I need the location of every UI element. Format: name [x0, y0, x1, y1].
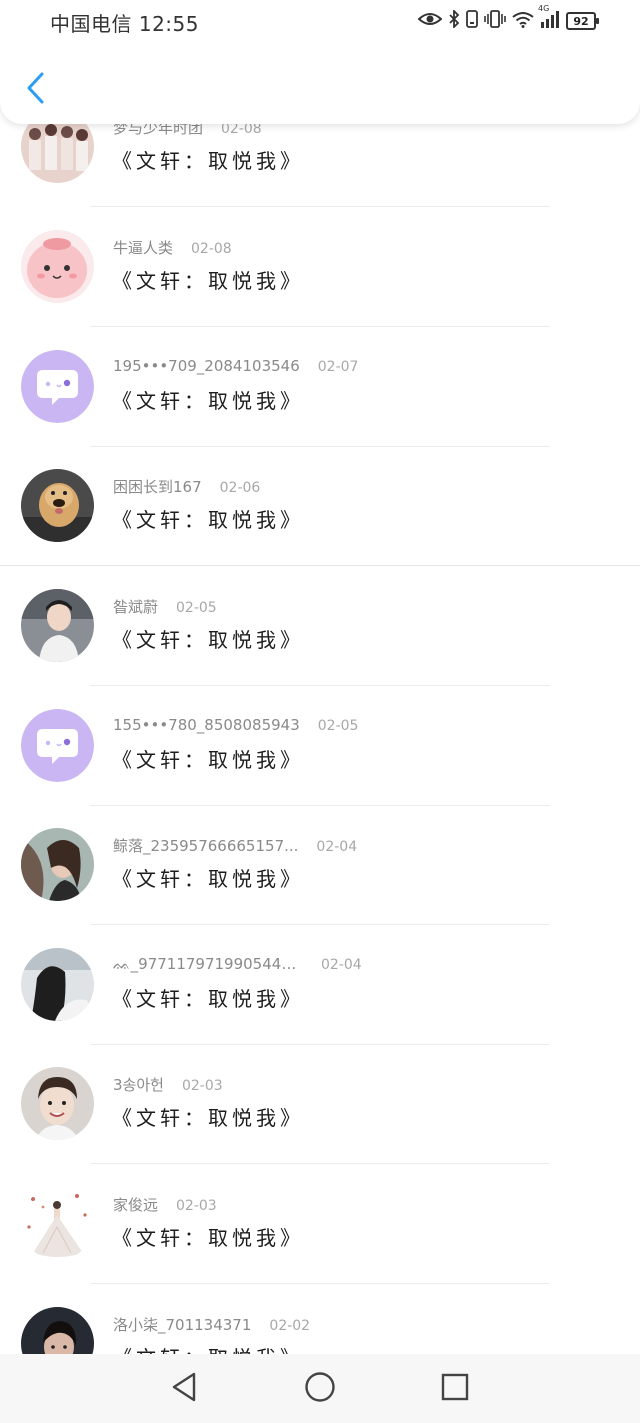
wifi-icon — [512, 10, 534, 32]
message-date: 02-08 — [191, 241, 232, 257]
avatar[interactable] — [21, 589, 94, 662]
list-item[interactable]: 195•••709_2084103546 02-07 《文轩：取悦我》 — [0, 328, 640, 447]
contact-name: 鲸落_23595766665157... — [113, 837, 299, 855]
message-preview: 《文轩：取悦我》 — [112, 389, 304, 413]
default-avatar-icon[interactable] — [21, 350, 94, 423]
vibrate-icon — [484, 10, 506, 32]
message-date: 02-06 — [219, 480, 261, 496]
message-date: 02-02 — [269, 1318, 311, 1334]
battery-icon: 92 — [566, 12, 599, 30]
message-preview: 《文轩：取悦我》 — [112, 628, 304, 652]
eye-icon — [417, 11, 443, 31]
square-recents-icon — [441, 1373, 469, 1405]
network-label: 4G — [538, 4, 550, 13]
phone-icon — [466, 10, 478, 32]
divider — [90, 1163, 550, 1164]
message-preview: 《文轩：取悦我》 — [112, 748, 304, 772]
triangle-back-icon — [170, 1372, 198, 1406]
divider — [90, 1283, 550, 1284]
message-date: 02-07 — [317, 359, 359, 375]
circle-home-icon — [304, 1371, 336, 1407]
message-preview: 《文轩：取悦我》 — [112, 987, 304, 1011]
bluetooth-icon — [448, 8, 460, 32]
divider — [90, 685, 550, 686]
message-preview: 《文轩：取悦我》 — [112, 1226, 304, 1250]
message-date: 02-03 — [181, 1078, 223, 1094]
list-item[interactable]: 困困长到167 02-06 《文轩：取悦我》 — [0, 447, 640, 566]
divider — [90, 206, 550, 207]
contact-name: ᨐ_977117971990544115 — [113, 955, 303, 973]
list-item[interactable]: 家俊远 02-03 《文轩：取悦我》 — [0, 1165, 640, 1284]
contact-name: 195•••709_2084103546 — [113, 357, 300, 375]
back-button[interactable] — [18, 68, 54, 112]
list-item[interactable]: ᨐ_977117971990544115 02-04 《文轩：取悦我》 — [0, 926, 640, 1045]
nav-back-button[interactable] — [166, 1371, 202, 1407]
contact-name: 牛逼人类 — [113, 239, 174, 257]
message-date: 02-04 — [321, 957, 362, 973]
message-preview: 《文轩：取悦我》 — [112, 1106, 304, 1130]
contact-name: 洛小柒_701134371 — [113, 1316, 252, 1334]
avatar[interactable] — [21, 469, 94, 542]
list-item[interactable]: 牛逼人类 02-08 《文轩：取悦我》 — [0, 208, 640, 327]
system-nav-bar — [0, 1354, 640, 1423]
message-preview: 《文轩：取悦我》 — [112, 508, 304, 532]
carrier-time: 中国电信 12:55 — [50, 12, 199, 36]
status-bar: 中国电信 12:55 4G 92 — [0, 0, 640, 44]
avatar[interactable] — [21, 1187, 94, 1260]
list-item[interactable]: 昝斌蔚 02-05 《文轩：取悦我》 — [0, 567, 640, 686]
list-item[interactable]: 3송아헌 02-03 《文轩：取悦我》 — [0, 1045, 640, 1164]
divider — [0, 565, 640, 566]
avatar[interactable] — [21, 948, 94, 1021]
message-date: 02-05 — [317, 718, 359, 734]
divider — [90, 924, 550, 925]
message-list: 梦与少年时团 02-08 《文轩：取悦我》 牛逼人类 02-08 《文轩：取悦我… — [0, 0, 640, 1423]
list-item[interactable]: 155•••780_8508085943 02-05 《文轩：取悦我》 — [0, 687, 640, 806]
nav-recents-button[interactable] — [437, 1371, 473, 1407]
top-header: 中国电信 12:55 4G 92 — [0, 0, 640, 124]
battery-level: 92 — [573, 14, 589, 28]
avatar[interactable] — [21, 230, 94, 303]
chevron-left-icon — [26, 72, 46, 108]
message-date: 02-03 — [176, 1198, 217, 1214]
message-preview: 《文轩：取悦我》 — [112, 149, 304, 173]
list-item[interactable]: 鲸落_23595766665157... 02-04 《文轩：取悦我》 — [0, 806, 640, 925]
signal-icon: 4G — [538, 4, 560, 32]
contact-name: 3송아헌 — [113, 1076, 164, 1094]
status-icons: 4G 92 — [417, 4, 599, 32]
divider — [90, 326, 550, 327]
default-avatar-icon[interactable] — [21, 709, 94, 782]
contact-name: 155•••780_8508085943 — [113, 716, 300, 734]
message-date: 02-05 — [176, 600, 217, 616]
avatar[interactable] — [21, 828, 94, 901]
contact-name: 困困长到167 — [113, 478, 202, 496]
message-preview: 《文轩：取悦我》 — [112, 867, 304, 891]
nav-home-button[interactable] — [302, 1371, 338, 1407]
contact-name: 昝斌蔚 — [113, 598, 159, 616]
avatar[interactable] — [21, 1067, 94, 1140]
contact-name: 家俊远 — [113, 1196, 159, 1214]
message-preview: 《文轩：取悦我》 — [112, 269, 304, 293]
message-date: 02-04 — [316, 839, 358, 855]
